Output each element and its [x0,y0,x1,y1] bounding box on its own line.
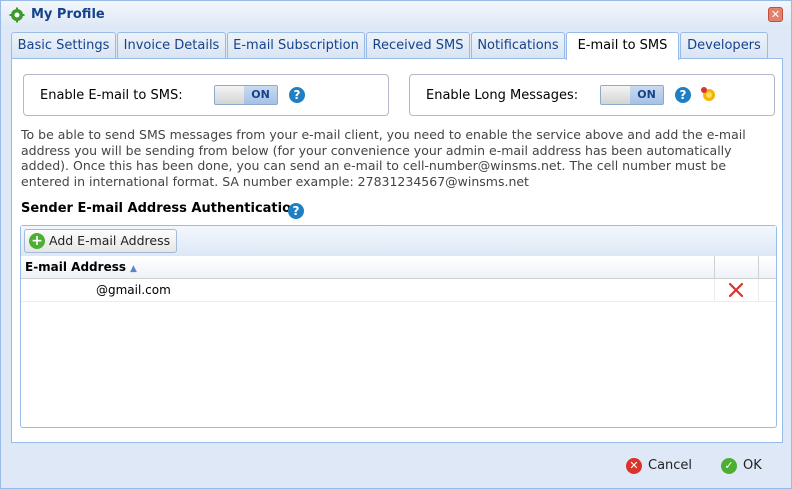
email-cell: @gmail.com [96,283,171,297]
close-button[interactable]: ✕ [768,7,783,22]
delete-icon[interactable] [727,281,745,299]
sort-asc-icon: ▲ [130,264,137,274]
cancel-label: Cancel [648,458,693,473]
window-title: My Profile [31,7,105,22]
toggle-knob [601,86,632,104]
email-to-sms-label: Enable E-mail to SMS: [40,88,183,103]
check-icon: ✓ [721,458,737,474]
column-header-email[interactable]: E-mail Address ▲ [25,260,137,274]
tab-email-subscription[interactable]: E-mail Subscription [227,32,365,58]
column-divider [714,256,715,278]
cancel-icon: ✕ [626,458,642,474]
tab-notifications[interactable]: Notifications [471,32,565,58]
grid-toolbar: + Add E-mail Address [21,226,776,257]
help-icon[interactable]: ? [288,203,304,219]
long-messages-toggle[interactable]: ON [600,85,664,105]
tab-developers[interactable]: Developers [680,32,768,58]
toggle-knob [215,86,246,104]
add-icon: + [29,233,45,249]
email-to-sms-option: Enable E-mail to SMS: ON ? [23,74,389,116]
section-title-text: Sender E-mail Address Authentication [21,201,301,216]
help-icon[interactable]: ? [675,87,691,103]
tab-received-sms[interactable]: Received SMS [366,32,470,58]
ok-label: OK [743,458,762,473]
gear-icon [9,7,25,23]
column-divider [714,279,715,301]
service-description: To be able to send SMS messages from you… [21,127,746,189]
table-row[interactable]: @gmail.com [21,279,776,302]
tab-basic-settings[interactable]: Basic Settings [11,32,116,58]
toggle-state: ON [244,86,277,104]
title-bar[interactable]: My Profile ✕ [1,1,791,29]
close-icon: ✕ [770,8,781,21]
add-email-button[interactable]: + Add E-mail Address [24,229,178,253]
tab-invoice-details[interactable]: Invoice Details [117,32,226,58]
ok-button[interactable]: ✓ OK [721,455,762,477]
lightbulb-icon[interactable] [700,86,716,104]
email-to-sms-toggle[interactable]: ON [214,85,278,105]
cancel-button[interactable]: ✕ Cancel [626,455,692,477]
email-grid: + Add E-mail Address E-mail Address ▲ @gm… [20,225,777,428]
add-email-label: Add E-mail Address [49,233,171,248]
section-title: Sender E-mail Address Authentication [21,201,300,216]
help-icon[interactable]: ? [289,87,305,103]
toggle-state: ON [630,86,663,104]
long-messages-option: Enable Long Messages: ON ? [409,74,775,116]
dialog-footer: ✕ Cancel ✓ OK [1,445,791,488]
tab-strip: Basic Settings Invoice Details E-mail Su… [11,32,783,60]
tab-panel: Enable E-mail to SMS: ON ? Enable Long M… [11,58,783,443]
grid-header: E-mail Address ▲ [21,256,776,279]
column-divider [758,256,759,278]
tab-email-to-sms[interactable]: E-mail to SMS [566,32,679,60]
column-header-label: E-mail Address [25,260,126,274]
long-messages-label: Enable Long Messages: [426,88,579,103]
profile-window: My Profile ✕ Basic Settings Invoice Deta… [0,0,792,489]
column-divider [758,279,759,301]
